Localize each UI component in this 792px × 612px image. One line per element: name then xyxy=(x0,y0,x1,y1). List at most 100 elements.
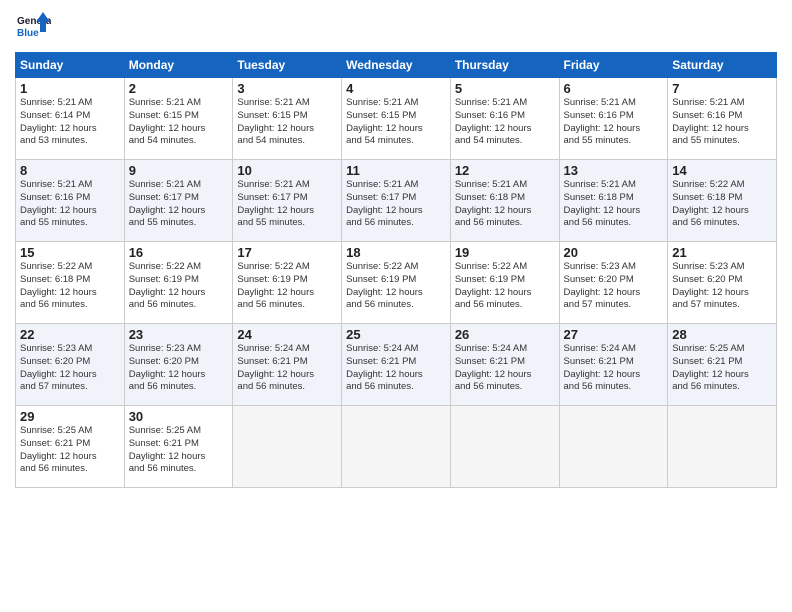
day-info: Sunrise: 5:25 AMSunset: 6:21 PMDaylight:… xyxy=(129,425,229,476)
day-number: 7 xyxy=(672,81,772,96)
calendar-cell: 12Sunrise: 5:21 AMSunset: 6:18 PMDayligh… xyxy=(450,160,559,242)
weekday-thursday: Thursday xyxy=(450,53,559,78)
day-info: Sunrise: 5:21 AMSunset: 6:15 PMDaylight:… xyxy=(129,97,229,148)
day-info: Sunrise: 5:25 AMSunset: 6:21 PMDaylight:… xyxy=(672,343,772,394)
calendar-cell: 15Sunrise: 5:22 AMSunset: 6:18 PMDayligh… xyxy=(16,242,125,324)
calendar-cell: 22Sunrise: 5:23 AMSunset: 6:20 PMDayligh… xyxy=(16,324,125,406)
svg-text:Blue: Blue xyxy=(17,28,39,39)
day-number: 27 xyxy=(564,327,664,342)
day-info: Sunrise: 5:21 AMSunset: 6:18 PMDaylight:… xyxy=(564,179,664,230)
day-number: 1 xyxy=(20,81,120,96)
calendar-cell: 3Sunrise: 5:21 AMSunset: 6:15 PMDaylight… xyxy=(233,78,342,160)
day-info: Sunrise: 5:22 AMSunset: 6:19 PMDaylight:… xyxy=(346,261,446,312)
day-info: Sunrise: 5:22 AMSunset: 6:18 PMDaylight:… xyxy=(20,261,120,312)
calendar-cell: 14Sunrise: 5:22 AMSunset: 6:18 PMDayligh… xyxy=(668,160,777,242)
calendar-cell: 20Sunrise: 5:23 AMSunset: 6:20 PMDayligh… xyxy=(559,242,668,324)
day-info: Sunrise: 5:21 AMSunset: 6:17 PMDaylight:… xyxy=(129,179,229,230)
day-number: 26 xyxy=(455,327,555,342)
day-info: Sunrise: 5:21 AMSunset: 6:16 PMDaylight:… xyxy=(455,97,555,148)
day-number: 23 xyxy=(129,327,229,342)
calendar-cell: 23Sunrise: 5:23 AMSunset: 6:20 PMDayligh… xyxy=(124,324,233,406)
calendar-cell: 28Sunrise: 5:25 AMSunset: 6:21 PMDayligh… xyxy=(668,324,777,406)
calendar-cell xyxy=(233,406,342,488)
day-number: 14 xyxy=(672,163,772,178)
week-row-1: 8Sunrise: 5:21 AMSunset: 6:16 PMDaylight… xyxy=(16,160,777,242)
calendar-cell: 17Sunrise: 5:22 AMSunset: 6:19 PMDayligh… xyxy=(233,242,342,324)
day-info: Sunrise: 5:21 AMSunset: 6:15 PMDaylight:… xyxy=(237,97,337,148)
day-number: 8 xyxy=(20,163,120,178)
calendar-cell: 11Sunrise: 5:21 AMSunset: 6:17 PMDayligh… xyxy=(342,160,451,242)
calendar-cell: 30Sunrise: 5:25 AMSunset: 6:21 PMDayligh… xyxy=(124,406,233,488)
calendar-cell: 26Sunrise: 5:24 AMSunset: 6:21 PMDayligh… xyxy=(450,324,559,406)
week-row-3: 22Sunrise: 5:23 AMSunset: 6:20 PMDayligh… xyxy=(16,324,777,406)
logo: General Blue xyxy=(15,10,51,46)
calendar-cell: 2Sunrise: 5:21 AMSunset: 6:15 PMDaylight… xyxy=(124,78,233,160)
day-info: Sunrise: 5:22 AMSunset: 6:19 PMDaylight:… xyxy=(129,261,229,312)
day-number: 9 xyxy=(129,163,229,178)
calendar-cell: 1Sunrise: 5:21 AMSunset: 6:14 PMDaylight… xyxy=(16,78,125,160)
day-number: 15 xyxy=(20,245,120,260)
day-info: Sunrise: 5:21 AMSunset: 6:16 PMDaylight:… xyxy=(672,97,772,148)
day-number: 17 xyxy=(237,245,337,260)
calendar-cell: 7Sunrise: 5:21 AMSunset: 6:16 PMDaylight… xyxy=(668,78,777,160)
day-info: Sunrise: 5:24 AMSunset: 6:21 PMDaylight:… xyxy=(346,343,446,394)
weekday-sunday: Sunday xyxy=(16,53,125,78)
day-number: 30 xyxy=(129,409,229,424)
weekday-monday: Monday xyxy=(124,53,233,78)
day-number: 19 xyxy=(455,245,555,260)
day-number: 10 xyxy=(237,163,337,178)
weekday-wednesday: Wednesday xyxy=(342,53,451,78)
calendar-cell: 21Sunrise: 5:23 AMSunset: 6:20 PMDayligh… xyxy=(668,242,777,324)
weekday-header-row: SundayMondayTuesdayWednesdayThursdayFrid… xyxy=(16,53,777,78)
week-row-0: 1Sunrise: 5:21 AMSunset: 6:14 PMDaylight… xyxy=(16,78,777,160)
calendar-page: General Blue SundayMondayTuesdayWednesda… xyxy=(0,0,792,612)
weekday-tuesday: Tuesday xyxy=(233,53,342,78)
week-row-2: 15Sunrise: 5:22 AMSunset: 6:18 PMDayligh… xyxy=(16,242,777,324)
day-number: 25 xyxy=(346,327,446,342)
day-number: 6 xyxy=(564,81,664,96)
calendar-cell xyxy=(342,406,451,488)
day-number: 4 xyxy=(346,81,446,96)
calendar-cell: 27Sunrise: 5:24 AMSunset: 6:21 PMDayligh… xyxy=(559,324,668,406)
calendar-cell: 10Sunrise: 5:21 AMSunset: 6:17 PMDayligh… xyxy=(233,160,342,242)
day-number: 2 xyxy=(129,81,229,96)
day-number: 13 xyxy=(564,163,664,178)
day-info: Sunrise: 5:23 AMSunset: 6:20 PMDaylight:… xyxy=(564,261,664,312)
day-number: 20 xyxy=(564,245,664,260)
calendar-cell: 24Sunrise: 5:24 AMSunset: 6:21 PMDayligh… xyxy=(233,324,342,406)
calendar-cell: 13Sunrise: 5:21 AMSunset: 6:18 PMDayligh… xyxy=(559,160,668,242)
day-info: Sunrise: 5:21 AMSunset: 6:14 PMDaylight:… xyxy=(20,97,120,148)
day-info: Sunrise: 5:24 AMSunset: 6:21 PMDaylight:… xyxy=(455,343,555,394)
week-row-4: 29Sunrise: 5:25 AMSunset: 6:21 PMDayligh… xyxy=(16,406,777,488)
day-info: Sunrise: 5:21 AMSunset: 6:17 PMDaylight:… xyxy=(237,179,337,230)
day-number: 16 xyxy=(129,245,229,260)
calendar-cell: 19Sunrise: 5:22 AMSunset: 6:19 PMDayligh… xyxy=(450,242,559,324)
day-info: Sunrise: 5:22 AMSunset: 6:19 PMDaylight:… xyxy=(237,261,337,312)
calendar-cell xyxy=(450,406,559,488)
day-number: 28 xyxy=(672,327,772,342)
day-info: Sunrise: 5:24 AMSunset: 6:21 PMDaylight:… xyxy=(564,343,664,394)
day-number: 3 xyxy=(237,81,337,96)
calendar-cell xyxy=(668,406,777,488)
day-info: Sunrise: 5:21 AMSunset: 6:15 PMDaylight:… xyxy=(346,97,446,148)
day-number: 5 xyxy=(455,81,555,96)
calendar-cell: 29Sunrise: 5:25 AMSunset: 6:21 PMDayligh… xyxy=(16,406,125,488)
calendar-cell: 9Sunrise: 5:21 AMSunset: 6:17 PMDaylight… xyxy=(124,160,233,242)
calendar-cell xyxy=(559,406,668,488)
weekday-saturday: Saturday xyxy=(668,53,777,78)
logo-svg: General Blue xyxy=(15,10,51,46)
calendar-cell: 6Sunrise: 5:21 AMSunset: 6:16 PMDaylight… xyxy=(559,78,668,160)
day-number: 22 xyxy=(20,327,120,342)
calendar-cell: 8Sunrise: 5:21 AMSunset: 6:16 PMDaylight… xyxy=(16,160,125,242)
calendar-cell: 5Sunrise: 5:21 AMSunset: 6:16 PMDaylight… xyxy=(450,78,559,160)
day-info: Sunrise: 5:23 AMSunset: 6:20 PMDaylight:… xyxy=(129,343,229,394)
day-info: Sunrise: 5:23 AMSunset: 6:20 PMDaylight:… xyxy=(20,343,120,394)
calendar-table: SundayMondayTuesdayWednesdayThursdayFrid… xyxy=(15,52,777,488)
calendar-cell: 4Sunrise: 5:21 AMSunset: 6:15 PMDaylight… xyxy=(342,78,451,160)
day-info: Sunrise: 5:21 AMSunset: 6:16 PMDaylight:… xyxy=(20,179,120,230)
day-number: 24 xyxy=(237,327,337,342)
day-info: Sunrise: 5:21 AMSunset: 6:16 PMDaylight:… xyxy=(564,97,664,148)
calendar-cell: 25Sunrise: 5:24 AMSunset: 6:21 PMDayligh… xyxy=(342,324,451,406)
header: General Blue xyxy=(15,10,777,46)
day-number: 12 xyxy=(455,163,555,178)
